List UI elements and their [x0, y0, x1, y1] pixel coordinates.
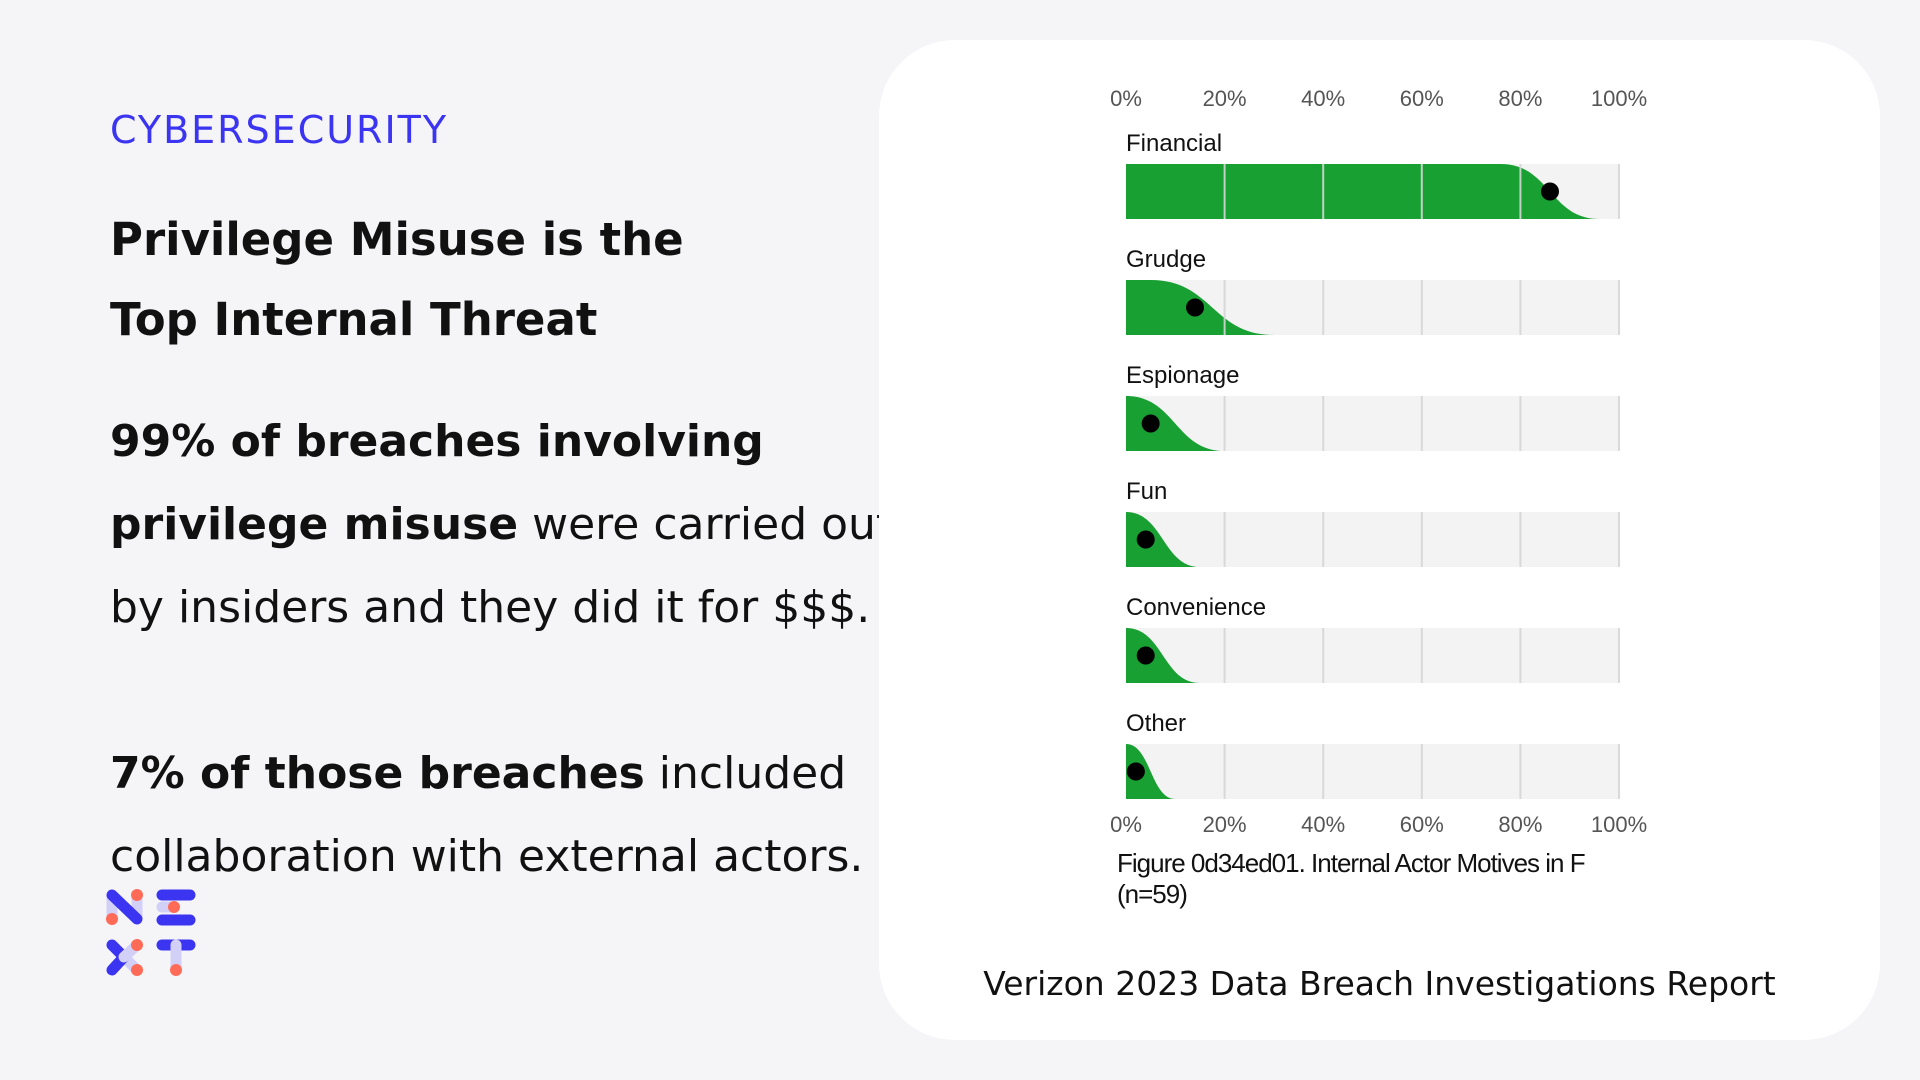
tick-label-top: 40%: [1301, 86, 1345, 111]
tick-label-top: 100%: [1591, 86, 1647, 111]
category-label: Espionage: [1126, 362, 1239, 389]
distribution-fill: [1126, 164, 1600, 219]
category-label: Other: [1126, 710, 1186, 737]
caption-line: (n=59): [1117, 879, 1188, 909]
bar-track: [1126, 396, 1619, 451]
point-estimate: [1186, 298, 1205, 317]
point-estimate: [1141, 414, 1160, 433]
bar-track: [1126, 744, 1619, 799]
tick-label-top: 60%: [1400, 86, 1444, 111]
bar-track: [1126, 512, 1619, 567]
tick-label-bottom: 60%: [1400, 812, 1444, 837]
tick-label-bottom: 80%: [1498, 812, 1542, 837]
point-estimate: [1136, 646, 1155, 665]
tick-label-bottom: 100%: [1591, 812, 1647, 837]
category-label: Grudge: [1126, 246, 1206, 273]
category-label: Financial: [1126, 130, 1222, 157]
tick-label-top: 0%: [1110, 86, 1142, 111]
category-label: Convenience: [1126, 594, 1266, 621]
source-citation: Verizon 2023 Data Breach Investigations …: [983, 964, 1776, 1003]
point-estimate: [1136, 530, 1155, 549]
point-estimate: [1540, 182, 1559, 201]
tick-label-bottom: 20%: [1203, 812, 1247, 837]
point-estimate: [1126, 762, 1145, 781]
tick-label-bottom: 0%: [1110, 812, 1142, 837]
tick-label-top: 80%: [1498, 86, 1542, 111]
figure-caption: Figure 0d34ed01. Internal Actor Motives …: [1117, 848, 1647, 910]
motives-chart: 0% 20% 40% 60% 80% 100% Financial Grudge Espiona…: [1110, 86, 1647, 837]
category-label: Fun: [1126, 478, 1167, 505]
bar-track: [1126, 628, 1619, 683]
tick-label-bottom: 40%: [1301, 812, 1345, 837]
tick-label-top: 20%: [1203, 86, 1247, 111]
caption-line: Figure 0d34ed01. Internal Actor Motives …: [1117, 848, 1586, 878]
